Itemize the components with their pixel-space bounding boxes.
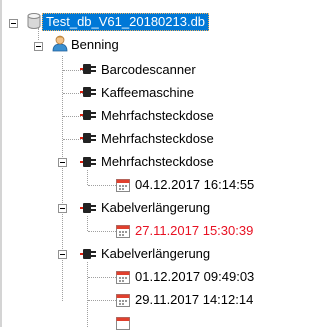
device-collapse-button[interactable] [58, 204, 67, 213]
device-label[interactable]: Mehrfachsteckdose [101, 108, 214, 124]
user-label[interactable]: Benning [71, 37, 119, 53]
plug-icon [80, 249, 96, 259]
test-record-label[interactable]: 29.11.2017 14:12:14 [135, 292, 253, 308]
plug-icon [80, 157, 96, 167]
device-label[interactable]: Mehrfachsteckdose [101, 154, 214, 170]
test-record-label-failed[interactable]: 27.11.2017 15:30:39 [135, 223, 253, 239]
device-collapse-button[interactable] [58, 158, 67, 167]
tree-line [87, 216, 88, 231]
device-label[interactable]: Kabelverlängerung [101, 200, 210, 216]
plug-icon [80, 133, 96, 143]
plug-icon [80, 110, 96, 120]
calendar-icon [116, 294, 130, 307]
device-tree[interactable]: Test_db_V61_20180213.db Benning Barcodes… [0, 0, 308, 330]
device-label[interactable]: Mehrfachsteckdose [101, 131, 214, 147]
tree-line [87, 262, 88, 327]
device-label[interactable]: Kaffeemaschine [101, 85, 194, 101]
plug-icon [80, 87, 96, 97]
user-icon [52, 35, 68, 52]
plug-icon [80, 64, 96, 74]
plug-icon [80, 203, 96, 213]
calendar-icon [116, 317, 130, 330]
tree-line [87, 170, 88, 185]
test-record-label[interactable]: 01.12.2017 09:49:03 [135, 269, 254, 285]
root-collapse-button[interactable] [9, 19, 18, 28]
device-collapse-button[interactable] [58, 250, 67, 259]
test-record-label[interactable]: 04.12.2017 16:14:55 [135, 177, 254, 193]
calendar-icon [116, 179, 130, 192]
device-label[interactable]: Kabelverlängerung [101, 246, 210, 262]
calendar-icon [116, 225, 130, 238]
user-collapse-button[interactable] [34, 42, 43, 51]
device-label[interactable]: Barcodescanner [101, 62, 196, 78]
calendar-icon [116, 271, 130, 284]
database-icon [27, 13, 41, 29]
root-database-label[interactable]: Test_db_V61_20180213.db [42, 13, 210, 31]
